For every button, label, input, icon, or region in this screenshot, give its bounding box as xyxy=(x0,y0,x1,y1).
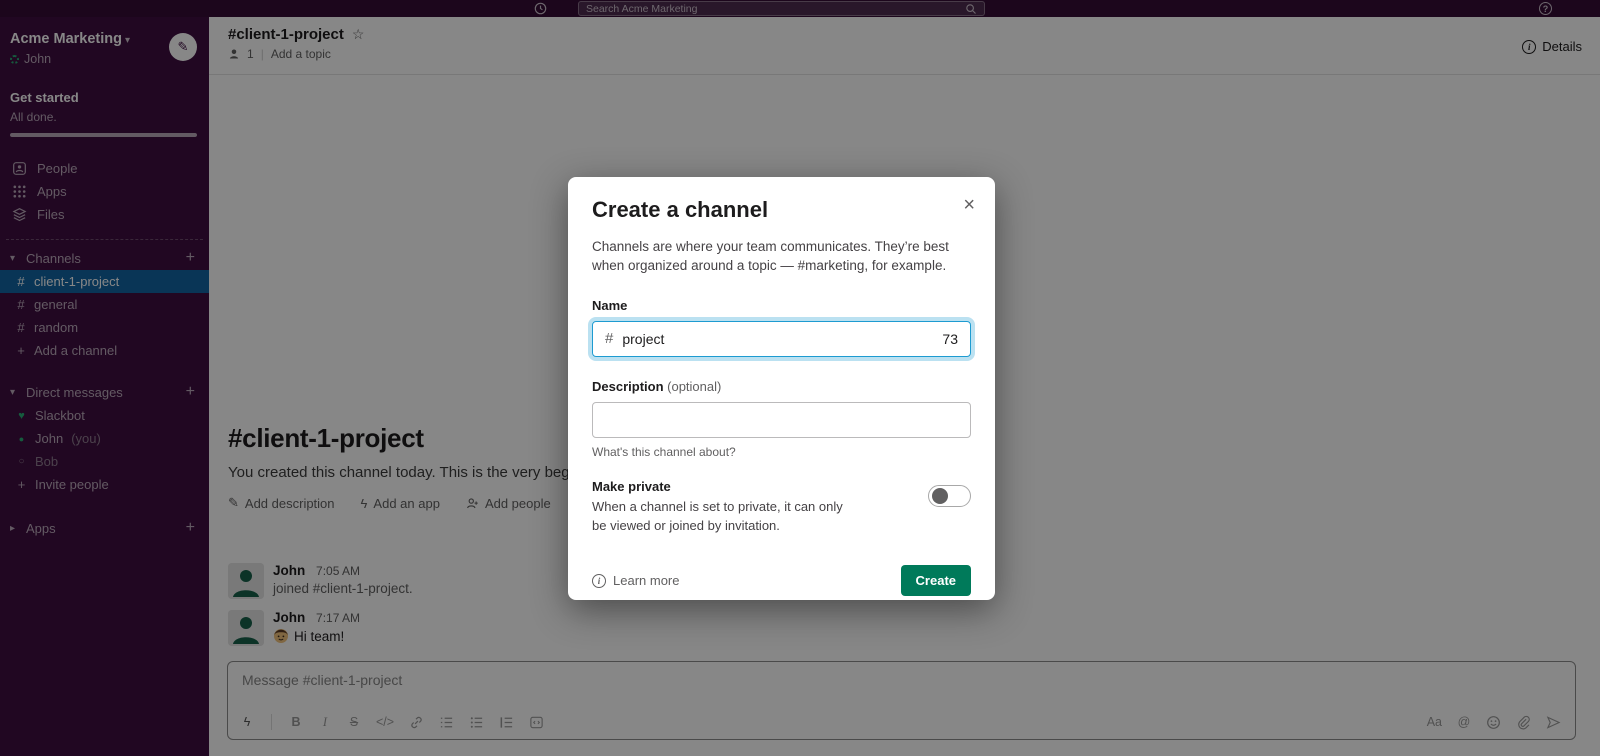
channel-name-input[interactable] xyxy=(622,330,934,347)
toggle-knob xyxy=(932,487,948,504)
make-private-description: When a channel is set to private, it can… xyxy=(592,498,843,533)
make-private-label: Make private xyxy=(592,478,671,494)
modal-description: Channels are where your team communicate… xyxy=(592,239,949,273)
name-field-label: Name xyxy=(592,297,628,313)
create-button[interactable]: Create xyxy=(900,565,971,597)
learn-more-link[interactable]: i Learn more xyxy=(592,573,679,588)
info-icon: i xyxy=(592,573,606,588)
make-private-toggle[interactable] xyxy=(928,484,971,507)
description-label-text: Description xyxy=(592,378,664,394)
hash-icon: # xyxy=(605,330,614,348)
channel-name-field[interactable]: # 73 xyxy=(592,320,971,357)
optional-label: (optional) xyxy=(667,378,722,394)
create-channel-modal: Create a channel × Channels are where yo… xyxy=(568,177,995,600)
slack-app: ? Acme Marketing▾ John ✎ Get started All… xyxy=(0,0,1600,756)
modal-title: Create a channel xyxy=(592,197,769,222)
channel-description-input[interactable] xyxy=(592,401,971,438)
learn-more-label: Learn more xyxy=(613,573,680,589)
description-field-label: Description (optional) xyxy=(592,379,971,394)
char-counter: 73 xyxy=(942,330,958,347)
modal-footer: i Learn more Create xyxy=(592,565,971,597)
make-private-row: Make private When a channel is set to pr… xyxy=(592,479,971,536)
description-helper-text: What's this channel about? xyxy=(592,444,736,459)
close-icon[interactable]: × xyxy=(963,195,975,215)
